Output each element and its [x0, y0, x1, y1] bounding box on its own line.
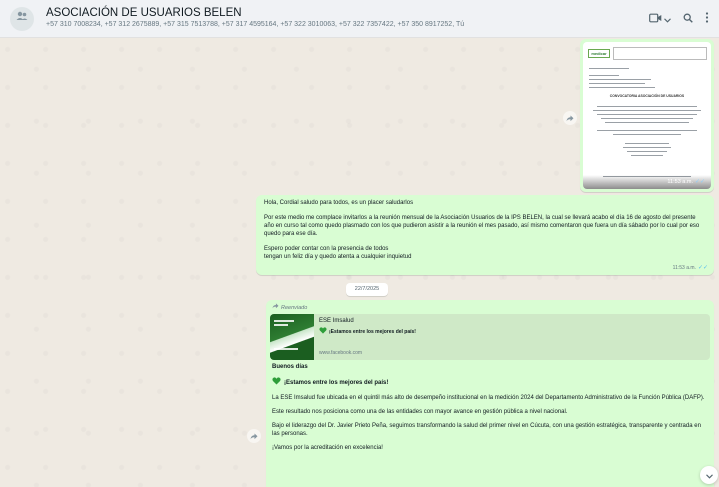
- forward-button[interactable]: [247, 429, 261, 443]
- forward-button[interactable]: [563, 111, 577, 125]
- image-message[interactable]: medicar CONVOCATORIA ASOCIACIÓN DE USUAR…: [580, 39, 714, 192]
- doc-line: [613, 134, 681, 135]
- doc-heading: CONVOCATORIA ASOCIACIÓN DE USUARIOS: [609, 94, 685, 98]
- message-paragraph: Este resultado nos posiciona como una de…: [272, 409, 568, 415]
- doc-line: [625, 143, 669, 144]
- chat-header: ASOCIACIÓN DE USUARIOS BELEN +57 310 700…: [0, 0, 719, 38]
- text-message[interactable]: Hola, Cordial saludo para todos, es un p…: [256, 195, 714, 275]
- read-receipt-icon: ✓✓: [697, 264, 708, 271]
- video-call-icon: [649, 10, 662, 28]
- chevron-down-icon: [705, 466, 713, 484]
- message-paragraph: Hola, Cordial saludo para todos, es un p…: [264, 200, 414, 206]
- forwarded-text: Reenviado: [281, 304, 308, 311]
- message-paragraph: Bajo el liderazgo del Dr. Javier Prieto …: [272, 423, 701, 437]
- doc-line: [589, 79, 651, 80]
- search-icon: [683, 10, 693, 28]
- link-preview-url: www.facebook.com: [319, 350, 363, 356]
- header-actions: [649, 10, 709, 28]
- date-divider: 22/7/2025: [346, 283, 388, 296]
- link-preview-info: ESE Imsalud ¡Estamos entre los mejores d…: [314, 314, 420, 360]
- message-time: 11:53 a.m.: [667, 179, 693, 185]
- doc-line: [597, 106, 697, 107]
- post-body: Buenos días ¡Estamos entre los mejores d…: [270, 360, 710, 452]
- doc-line: [589, 87, 655, 88]
- forwarded-label: Reenviado: [272, 303, 710, 312]
- message-meta: 11:53 a.m. ✓✓: [673, 264, 708, 272]
- forwarded-icon: [272, 303, 279, 312]
- link-preview-thumbnail: [270, 314, 314, 360]
- message-paragraph: tengan un feliz día y quedo atenta a cua…: [264, 254, 412, 260]
- document-image[interactable]: medicar CONVOCATORIA ASOCIACIÓN DE USUAR…: [583, 42, 711, 189]
- green-heart-icon: [272, 377, 281, 388]
- chat-title: ASOCIACIÓN DE USUARIOS BELEN: [46, 7, 242, 19]
- menu-icon: [705, 10, 709, 28]
- link-preview[interactable]: ESE Imsalud ¡Estamos entre los mejores d…: [270, 314, 710, 360]
- link-preview-description-row: ¡Estamos entre los mejores del país!: [319, 327, 416, 337]
- doc-logo: medicar: [588, 49, 610, 58]
- video-call-button[interactable]: [649, 10, 671, 28]
- group-avatar-icon: [15, 9, 29, 28]
- read-receipt-icon: ✓✓: [694, 178, 705, 185]
- forward-icon: [566, 109, 574, 127]
- search-button[interactable]: [683, 10, 693, 28]
- post-headline-text: ¡Estamos entre los mejores del país!: [284, 379, 389, 386]
- message-paragraph: Espero poder contar con la presencia de …: [264, 246, 389, 252]
- thumb-decoration: [274, 320, 294, 322]
- chat-members: +57 310 7008234, +57 312 2675889, +57 31…: [46, 21, 465, 28]
- doc-line: [605, 122, 689, 123]
- chevron-down-icon: [664, 10, 671, 28]
- message-paragraph: La ESE Imsalud fue ubicada en el quintil…: [272, 395, 705, 401]
- doc-line: [589, 75, 619, 76]
- chat-area[interactable]: medicar CONVOCATORIA ASOCIACIÓN DE USUAR…: [0, 38, 719, 487]
- doc-line: [597, 130, 697, 131]
- doc-line: [601, 118, 693, 119]
- post-greeting: Buenos días: [272, 364, 308, 370]
- menu-button[interactable]: [705, 10, 709, 28]
- green-heart-icon: [319, 327, 327, 337]
- message-paragraph: Por este medio me complace invitarlos a …: [264, 215, 700, 237]
- thumb-decoration: [274, 324, 288, 326]
- chat-info[interactable]: ASOCIACIÓN DE USUARIOS BELEN +57 310 700…: [46, 7, 639, 30]
- doc-header-table: [613, 47, 707, 60]
- thumb-decoration: [274, 348, 298, 350]
- scroll-to-bottom-button[interactable]: [700, 466, 718, 484]
- forward-icon: [250, 427, 258, 445]
- post-headline: ¡Estamos entre los mejores del país!: [272, 377, 708, 388]
- group-avatar[interactable]: [10, 6, 34, 31]
- doc-line: [597, 114, 697, 115]
- doc-line: [589, 68, 629, 69]
- link-preview-description: ¡Estamos entre los mejores del país!: [329, 329, 416, 335]
- doc-line: [623, 147, 671, 148]
- message-time: 11:53 a.m.: [672, 265, 696, 271]
- doc-line: [589, 83, 645, 84]
- link-preview-title: ESE Imsalud: [319, 318, 354, 324]
- doc-line: [631, 155, 663, 156]
- message-paragraph: ¡Vamos por la acreditación en excelencia…: [272, 445, 383, 451]
- forwarded-message[interactable]: Reenviado ESE Imsalud ¡Estamos entre los…: [266, 300, 714, 487]
- doc-line: [627, 151, 667, 152]
- doc-line: [593, 110, 701, 111]
